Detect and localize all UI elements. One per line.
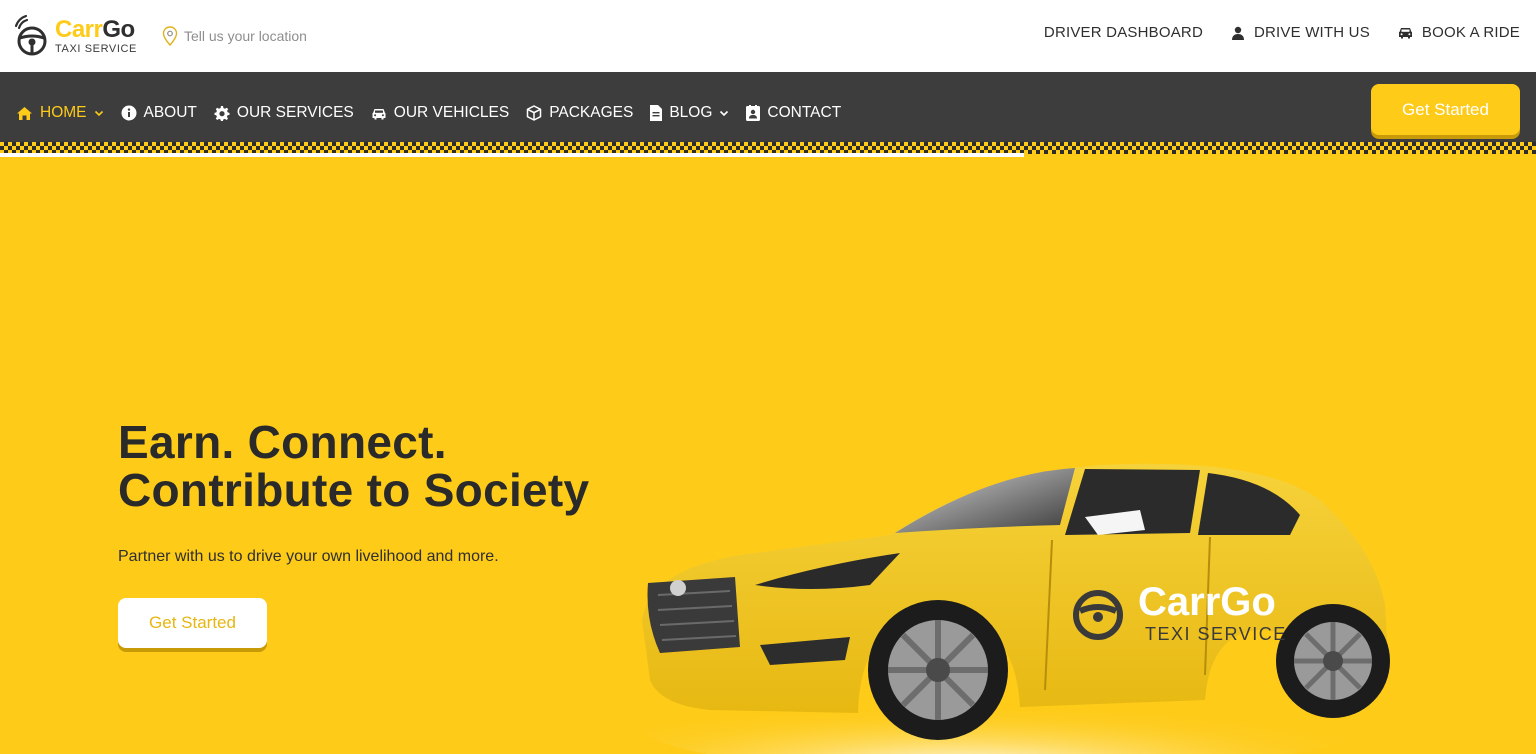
gear-icon (214, 106, 230, 121)
drive-with-us-link[interactable]: DRIVE WITH US (1231, 24, 1370, 41)
info-icon (121, 105, 136, 121)
nav-get-started-button[interactable]: Get Started (1371, 84, 1520, 135)
chevron-down-icon (94, 110, 103, 116)
map-pin-icon (162, 26, 178, 46)
car-decal-brand: CarrGo (1138, 580, 1276, 624)
nav-item-blog[interactable]: BLOG (650, 104, 729, 122)
location-text: Tell us your location (184, 28, 307, 44)
book-a-ride-link[interactable]: BOOK A RIDE (1398, 24, 1520, 41)
top-bar: CarrGo TAXI SERVICE Tell us your locatio… (0, 0, 1536, 72)
document-icon (650, 105, 663, 121)
location-picker[interactable]: Tell us your location (162, 24, 307, 48)
car-icon (372, 108, 386, 119)
steering-wheel-logo-icon (14, 14, 47, 56)
brand-tagline: TAXI SERVICE (55, 43, 137, 55)
nav-item-about[interactable]: ABOUT (121, 104, 197, 122)
main-nav-bar: HOME ABOUT OUR SERVICES OUR VEHICLES PAC… (0, 72, 1536, 142)
hero-title: Earn. Connect. Contribute to Society (118, 418, 658, 514)
driver-dashboard-link[interactable]: DRIVER DASHBOARD (1044, 24, 1203, 41)
nav-item-contact[interactable]: CONTACT (746, 104, 841, 122)
hero-get-started-button[interactable]: Get Started (118, 598, 267, 648)
slider-progress-bar (0, 153, 1024, 157)
user-icon (1231, 26, 1244, 40)
top-links: DRIVER DASHBOARD DRIVE WITH US BOOK A RI… (1044, 24, 1520, 41)
hero-title-line-1: Earn. Connect. (118, 416, 447, 468)
car-decal-sub: TEXI SERVICE (1145, 624, 1287, 644)
logo[interactable]: CarrGo TAXI SERVICE (14, 14, 144, 60)
contact-card-icon (746, 105, 761, 121)
brand-name: CarrGo (55, 16, 135, 43)
nav-item-our-vehicles[interactable]: OUR VEHICLES (371, 104, 509, 122)
box-icon (526, 105, 542, 121)
nav-item-home[interactable]: HOME (16, 104, 104, 122)
hero-title-line-2: Contribute to Society (118, 464, 590, 516)
nav-item-packages[interactable]: PACKAGES (526, 104, 633, 122)
nav-item-our-services[interactable]: OUR SERVICES (214, 104, 354, 122)
chevron-down-icon (720, 110, 729, 116)
taxi-car-image: CarrGo TEXI SERVICE (640, 463, 1390, 754)
hero-subtitle: Partner with us to drive your own liveli… (118, 548, 499, 565)
car-icon (1398, 28, 1412, 39)
home-icon (17, 106, 32, 120)
